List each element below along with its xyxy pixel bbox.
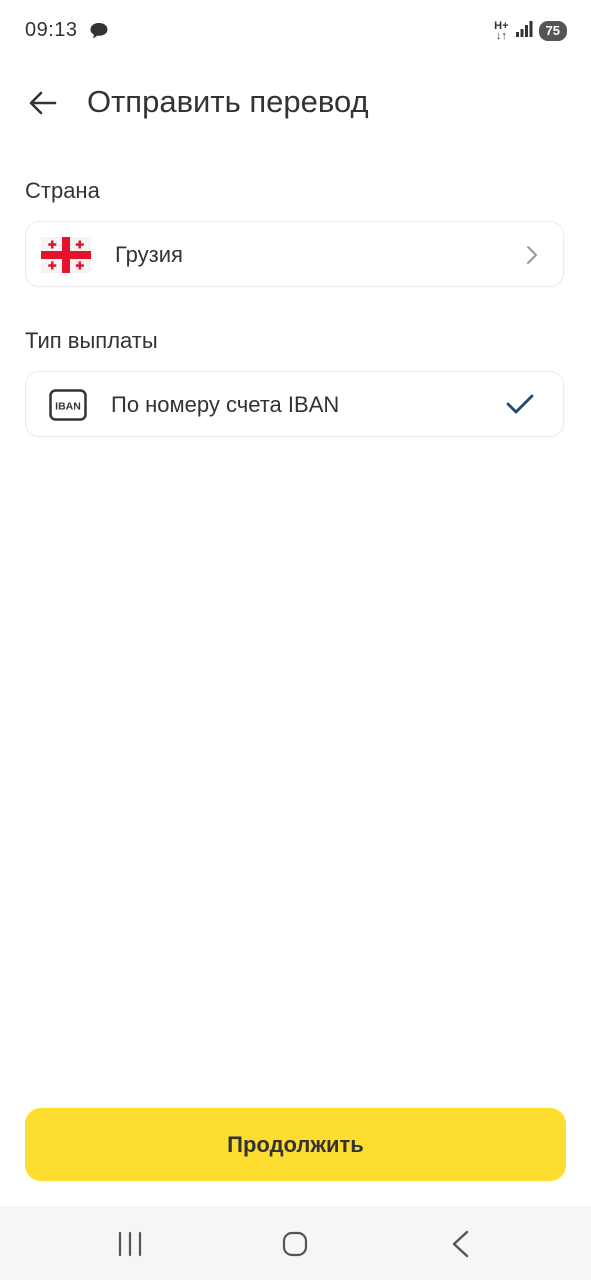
network-type-indicator: H+ ↓↑	[494, 21, 508, 42]
recent-apps-icon	[118, 1231, 142, 1257]
system-back-button[interactable]	[441, 1224, 481, 1264]
back-button[interactable]	[26, 86, 60, 120]
page-title: Отправить перевод	[87, 84, 369, 119]
payout-option-iban[interactable]: IBAN По номеру счета IBAN	[25, 371, 564, 437]
country-section-label: Страна	[25, 178, 100, 203]
payout-option-label: По номеру счета IBAN	[111, 392, 340, 417]
home-icon	[282, 1231, 308, 1257]
country-selector[interactable]: Грузия	[25, 221, 564, 287]
arrow-left-icon	[29, 91, 57, 115]
checkmark-icon	[505, 392, 535, 416]
iban-icon-text: IBAN	[55, 401, 81, 413]
home-button[interactable]	[275, 1224, 315, 1264]
continue-button[interactable]: Продолжить	[25, 1108, 566, 1181]
selected-country: Грузия	[115, 242, 183, 267]
app-header: Отправить перевод	[0, 72, 591, 132]
payout-section-label: Тип выплаты	[25, 328, 158, 353]
data-arrows-icon: ↓↑	[495, 30, 507, 42]
chat-bubble-icon	[89, 21, 109, 41]
recent-apps-button[interactable]	[110, 1224, 150, 1264]
status-indicators: H+ ↓↑ 75	[494, 20, 567, 42]
iban-icon: IBAN	[49, 389, 87, 421]
georgia-flag-icon	[41, 237, 91, 273]
status-bar: 09:13 H+ ↓↑ 75	[0, 0, 591, 62]
status-time: 09:13	[25, 19, 78, 41]
chevron-left-icon	[452, 1230, 469, 1258]
system-nav-bar	[0, 1206, 591, 1280]
battery-indicator: 75	[538, 21, 567, 41]
chevron-right-icon	[525, 244, 539, 266]
signal-icon	[515, 20, 533, 43]
